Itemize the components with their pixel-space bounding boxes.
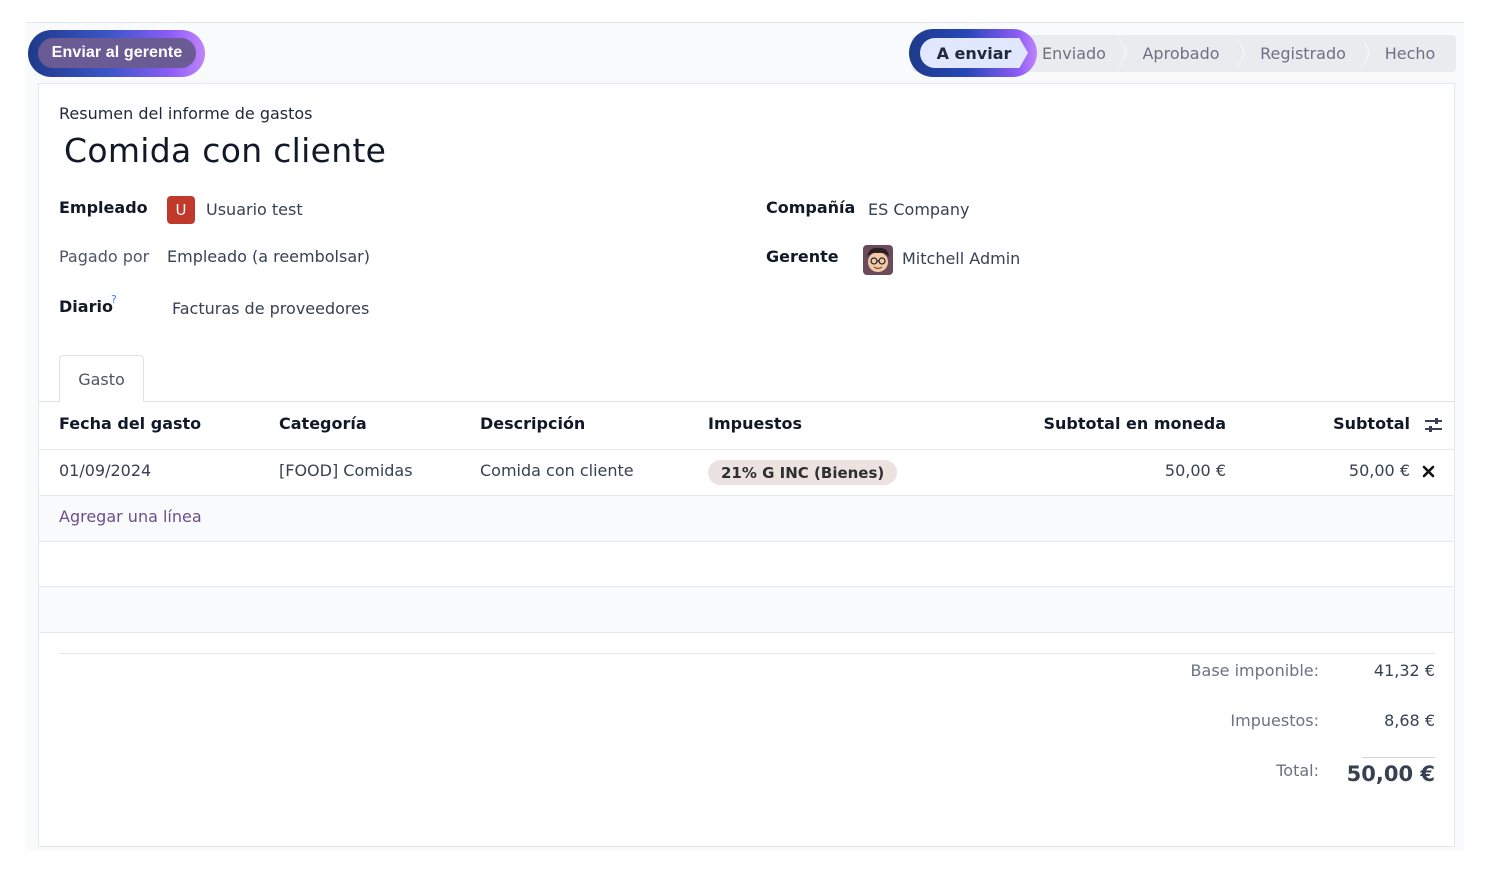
paid-by-label: Pagado por (59, 247, 150, 266)
cell-description[interactable]: Comida con cliente (480, 461, 634, 480)
tax-badge[interactable]: 21% G INC (Bienes) (708, 460, 898, 485)
sliders-icon (1425, 418, 1442, 432)
column-header-date[interactable]: Fecha del gasto (59, 414, 201, 433)
total-label: Total: (1276, 761, 1319, 780)
column-header-taxes[interactable]: Impuestos (708, 414, 802, 433)
tax-amount-value: 8,68 € (1384, 711, 1435, 730)
column-header-subtotal[interactable]: Subtotal (1260, 414, 1410, 433)
cell-date[interactable]: 01/09/2024 (59, 461, 151, 480)
table-header-divider (39, 449, 1454, 450)
stage-aprobado[interactable]: Aprobado (1126, 35, 1245, 72)
optional-columns-icon[interactable] (1424, 416, 1443, 434)
base-amount-label: Base imponible: (1190, 661, 1319, 680)
total-value: 50,00 € (1346, 762, 1435, 786)
employee-avatar: U (167, 196, 195, 224)
row-divider (39, 632, 1454, 633)
cell-subtotal[interactable]: 50,00 € (1260, 461, 1410, 480)
add-line-row (39, 496, 1454, 541)
column-header-description[interactable]: Descripción (480, 414, 585, 433)
empty-row (39, 542, 1454, 586)
empty-row (39, 587, 1454, 632)
column-header-category[interactable]: Categoría (279, 414, 367, 433)
add-line-link[interactable]: Agregar una línea (59, 507, 202, 526)
journal-field[interactable]: Facturas de proveedores (172, 299, 369, 318)
stage-a-enviar[interactable]: A enviar (920, 38, 1028, 68)
base-amount-value: 41,32 € (1373, 661, 1435, 680)
delete-row-button[interactable] (1422, 465, 1435, 478)
column-header-subtotal-currency[interactable]: Subtotal en moneda (1026, 414, 1226, 433)
manager-avatar-icon (863, 245, 893, 275)
tab-divider (39, 401, 1454, 402)
manager-avatar (863, 245, 893, 275)
stage-enviado[interactable]: Enviado (1030, 35, 1127, 72)
manager-label: Gerente (766, 247, 839, 266)
stage-hecho[interactable]: Hecho (1370, 35, 1450, 72)
company-field[interactable]: ES Company (868, 200, 969, 219)
form-subtitle: Resumen del informe de gastos (59, 104, 313, 123)
submit-to-manager-button[interactable]: Enviar al gerente (38, 38, 196, 68)
totals-divider (59, 653, 1435, 654)
close-icon (1422, 465, 1435, 478)
company-label: Compañía (766, 198, 856, 217)
journal-label: Diario (59, 297, 113, 316)
employee-field[interactable]: Usuario test (206, 200, 303, 219)
tax-amount-label: Impuestos: (1230, 711, 1319, 730)
cell-category[interactable]: [FOOD] Comidas (279, 461, 413, 480)
journal-help-icon[interactable]: ? (111, 293, 117, 306)
total-divider (1362, 757, 1435, 758)
cell-subtotal-currency[interactable]: 50,00 € (1026, 461, 1226, 480)
page-title[interactable]: Comida con cliente (64, 131, 386, 170)
employee-label: Empleado (59, 198, 148, 217)
stage-registrado[interactable]: Registrado (1245, 35, 1370, 72)
tab-gasto[interactable]: Gasto (59, 355, 144, 402)
paid-by-field[interactable]: Empleado (a reembolsar) (167, 247, 370, 266)
manager-field[interactable]: Mitchell Admin (902, 249, 1020, 268)
